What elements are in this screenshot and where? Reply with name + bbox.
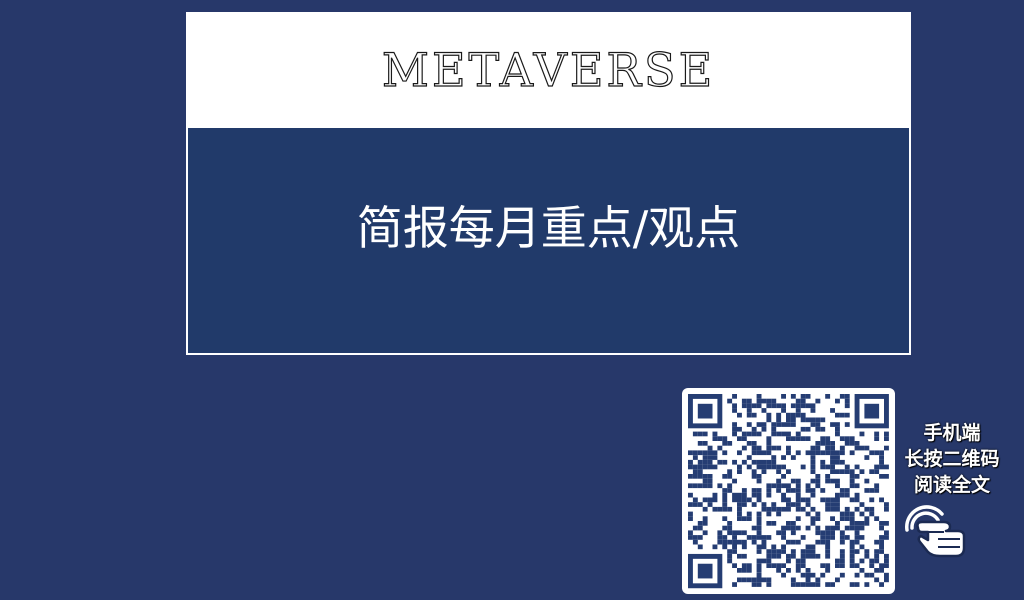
title-card: METAVERSE 简报每月重点/观点 [186,12,911,355]
tap-hand-icon [898,498,978,562]
qr-instruction-line: 手机端 [923,422,981,444]
card-title: METAVERSE [381,43,716,97]
card-header: METAVERSE [188,14,909,128]
qr-code-icon [688,394,889,589]
card-subtitle: 简报每月重点/观点 [356,201,741,255]
qr-instruction-line: 长按二维码 [904,448,1000,470]
qr-instructions: 手机端 长按二维码 阅读全文 [892,420,1012,498]
qr-instruction-line: 阅读全文 [913,474,990,496]
qr-code[interactable] [682,388,895,594]
